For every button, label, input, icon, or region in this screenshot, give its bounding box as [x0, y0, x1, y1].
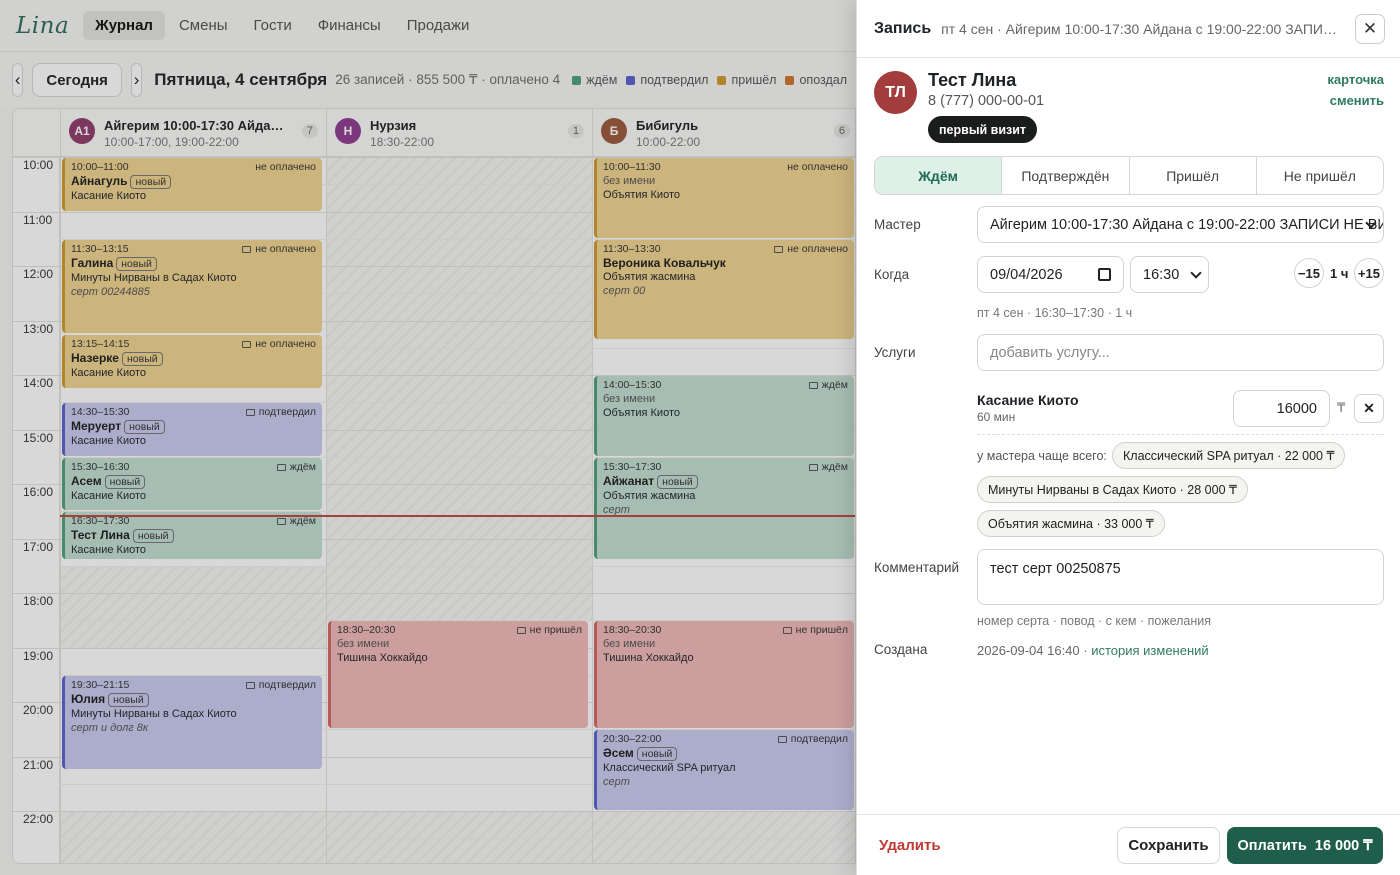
comment-value: тест серт 00250875	[990, 561, 1121, 577]
change-client-link[interactable]: сменить	[1330, 93, 1384, 108]
frequent-service-chip[interactable]: Классический SPA ритуал · 22 000 ₸	[1112, 442, 1346, 469]
status-no-show[interactable]: Не пришёл	[1255, 157, 1383, 194]
delete-button[interactable]: Удалить	[879, 837, 941, 854]
app: Lina Журнал Смены Гости Финансы Продажи …	[0, 0, 1400, 875]
minus-15-button[interactable]: −15	[1294, 258, 1324, 288]
frequent-service-chip[interactable]: Объятия жасмина · 33 000 ₸	[977, 510, 1165, 537]
status-arrived[interactable]: Пришёл	[1128, 157, 1256, 194]
currency-sign: ₸	[1337, 400, 1346, 415]
remove-service-icon[interactable]: ✕	[1354, 394, 1384, 423]
client-name: Тест Лина	[928, 70, 1017, 90]
services-label: Услуги	[874, 345, 916, 360]
status-switch: Ждём Подтверждён Пришёл Не пришёл	[874, 156, 1384, 195]
calendar-icon[interactable]	[1098, 268, 1111, 281]
close-icon[interactable]: ✕	[1355, 14, 1385, 44]
comment-hint: номер серта · повод · с кем · пожелания	[977, 614, 1212, 628]
date-input[interactable]: 09/04/2026	[977, 256, 1124, 293]
booking-panel: Запись пт 4 сен · Айгерим 10:00-17:30 Ай…	[856, 0, 1400, 875]
master-select[interactable]: Айгерим 10:00-17:30 Айдана с 19:00-22:00…	[977, 206, 1384, 243]
panel-subtitle: пт 4 сен · Айгерим 10:00-17:30 Айдана с …	[941, 20, 1346, 37]
plus-15-button[interactable]: +15	[1354, 258, 1384, 288]
when-label: Когда	[874, 267, 910, 282]
comment-textarea[interactable]: тест серт 00250875	[977, 549, 1384, 605]
when-hint: пт 4 сен · 16:30–17:30 · 1 ч	[977, 306, 1133, 320]
client-card-link[interactable]: карточка	[1327, 72, 1384, 87]
client-avatar: ТЛ	[874, 71, 917, 114]
status-confirmed[interactable]: Подтверждён	[1001, 157, 1128, 194]
overlay-scrim[interactable]	[0, 0, 856, 875]
status-waiting[interactable]: Ждём	[875, 157, 1002, 194]
time-value: 16:30	[1143, 266, 1180, 283]
history-link[interactable]: история изменений	[1091, 643, 1208, 658]
time-select[interactable]: 16:30	[1130, 256, 1209, 293]
panel-footer: Удалить Сохранить Оплатить 16 000 ₸	[857, 814, 1400, 875]
duration-value: 1 ч	[1330, 266, 1349, 281]
frequent-service-chip[interactable]: Минуты Нирваны в Садах Киото · 28 000 ₸	[977, 476, 1248, 503]
panel-header: Запись пт 4 сен · Айгерим 10:00-17:30 Ай…	[857, 0, 1400, 58]
service-duration: 60 мин	[977, 410, 1016, 424]
master-label: Мастер	[874, 217, 921, 232]
save-button[interactable]: Сохранить	[1117, 827, 1220, 864]
panel-title: Запись	[874, 19, 932, 37]
created-label: Создана	[874, 642, 928, 657]
master-value: Айгерим 10:00-17:30 Айдана с 19:00-22:00…	[990, 216, 1384, 233]
add-service-input[interactable]: добавить услугу...	[977, 334, 1384, 371]
created-value: 2026-09-04 16:40 · история изменений	[977, 643, 1209, 658]
frequent-services-label: у мастера чаще всего:	[977, 449, 1107, 463]
first-visit-badge: первый визит	[928, 116, 1038, 143]
service-price-input[interactable]: 16000	[1233, 390, 1330, 427]
comment-label: Комментарий	[874, 560, 960, 575]
pay-button[interactable]: Оплатить 16 000 ₸	[1227, 827, 1383, 864]
service-divider	[977, 434, 1384, 435]
created-datetime: 2026-09-04 16:40 ·	[977, 643, 1088, 658]
client-phone: 8 (777) 000-00-01	[928, 93, 1045, 109]
add-service-placeholder: добавить услугу...	[990, 344, 1110, 361]
chevron-down-icon	[1190, 267, 1202, 279]
service-price-value: 16000	[1276, 400, 1317, 417]
date-value: 09/04/2026	[990, 266, 1063, 283]
service-name: Касание Киото	[977, 392, 1079, 408]
